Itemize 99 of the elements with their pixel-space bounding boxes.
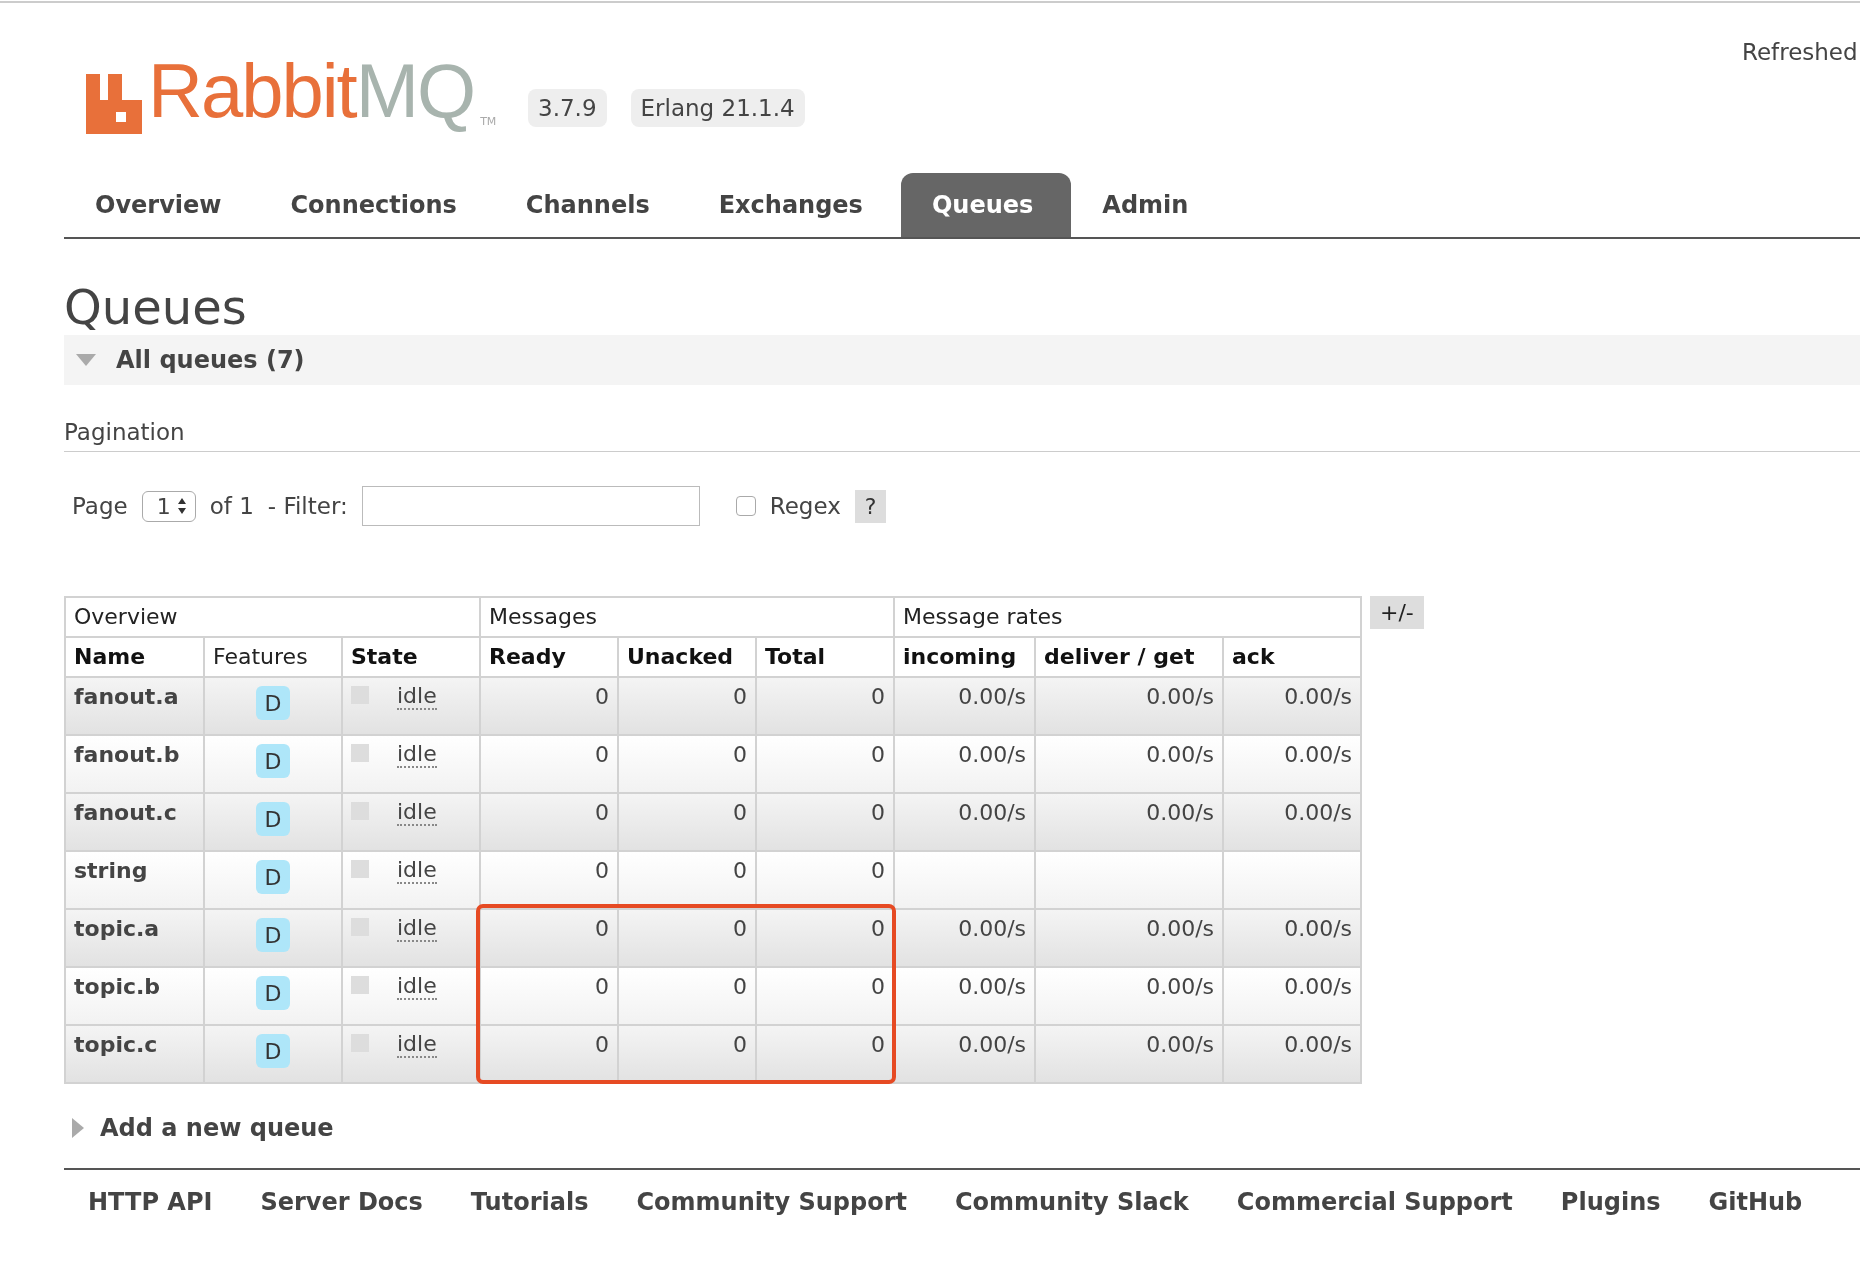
footer-link[interactable]: Commercial Support bbox=[1236, 1188, 1513, 1216]
logo-mark-icon bbox=[86, 74, 142, 135]
number-cell: 0 bbox=[756, 793, 894, 851]
number-cell: 0 bbox=[618, 967, 756, 1025]
number-cell: 0.00/s bbox=[1035, 677, 1223, 735]
footer-link[interactable]: Plugins bbox=[1560, 1188, 1661, 1216]
state-text: idle bbox=[397, 742, 437, 768]
number-cell: 0.00/s bbox=[1223, 967, 1361, 1025]
number-cell: 0.00/s bbox=[1223, 793, 1361, 851]
number-cell: 0.00/s bbox=[1223, 1025, 1361, 1083]
number-cell: 0.00/s bbox=[1035, 793, 1223, 851]
durable-tag: D bbox=[256, 918, 290, 952]
queue-name-cell[interactable]: fanout.b bbox=[65, 735, 204, 793]
queue-name-cell[interactable]: fanout.a bbox=[65, 677, 204, 735]
section-title[interactable]: All queues (7) bbox=[116, 346, 305, 374]
column-group-header: Overview bbox=[65, 597, 480, 637]
nav-tab[interactable]: Admin bbox=[1071, 173, 1227, 237]
nav-tab[interactable]: Overview bbox=[64, 173, 260, 237]
page-select[interactable]: 1 bbox=[141, 490, 196, 522]
state-text: idle bbox=[397, 858, 437, 884]
number-cell: 0 bbox=[756, 735, 894, 793]
number-cell: 0.00/s bbox=[894, 735, 1035, 793]
number-cell: 0 bbox=[618, 677, 756, 735]
number-cell: 0.00/s bbox=[1035, 909, 1223, 967]
state-square-icon bbox=[351, 860, 369, 878]
queue-name-cell[interactable]: fanout.c bbox=[65, 793, 204, 851]
pagination-heading: Pagination bbox=[64, 419, 1860, 452]
number-cell: 0 bbox=[480, 909, 618, 967]
state-square-icon bbox=[351, 976, 369, 994]
refreshed-text: Refreshed bbox=[1742, 39, 1858, 65]
column-group-header: Message rates bbox=[894, 597, 1361, 637]
footer-link[interactable]: Tutorials bbox=[470, 1188, 589, 1216]
footer-link[interactable]: HTTP API bbox=[88, 1188, 213, 1216]
number-cell: 0 bbox=[756, 1025, 894, 1083]
number-cell: 0 bbox=[480, 967, 618, 1025]
state-text: idle bbox=[397, 916, 437, 942]
nav-tab[interactable]: Exchanges bbox=[687, 173, 901, 237]
number-cell: 0.00/s bbox=[1223, 677, 1361, 735]
number-cell: 0 bbox=[480, 1025, 618, 1083]
filter-field[interactable] bbox=[361, 486, 700, 526]
state-square-icon bbox=[351, 744, 369, 762]
columns-toggle-button[interactable]: +/- bbox=[1370, 596, 1424, 629]
nav-tab[interactable]: Channels bbox=[494, 173, 688, 237]
durable-tag: D bbox=[256, 976, 290, 1010]
state-text: idle bbox=[397, 974, 437, 1000]
trademark-text: TM bbox=[480, 115, 497, 129]
help-button[interactable]: ? bbox=[854, 489, 887, 523]
page-count-text: of 1 bbox=[209, 493, 254, 519]
number-cell: 0 bbox=[618, 909, 756, 967]
column-group-header: Messages bbox=[480, 597, 894, 637]
erlang-version-label: Erlang 21.1.4 bbox=[630, 89, 805, 127]
collapse-triangle-icon[interactable] bbox=[76, 354, 96, 366]
page-title: Queues bbox=[64, 279, 248, 335]
number-cell: 0 bbox=[480, 793, 618, 851]
queue-name-cell[interactable]: topic.a bbox=[65, 909, 204, 967]
number-cell: 0.00/s bbox=[894, 909, 1035, 967]
number-cell: 0 bbox=[618, 735, 756, 793]
state-text: idle bbox=[397, 684, 437, 710]
number-cell: 0 bbox=[756, 967, 894, 1025]
spinner-icon bbox=[176, 497, 187, 515]
number-cell: 0 bbox=[756, 909, 894, 967]
number-cell: 0 bbox=[480, 735, 618, 793]
section-title[interactable]: Add a new queue bbox=[100, 1114, 334, 1142]
number-cell: 0.00/s bbox=[894, 967, 1035, 1025]
durable-tag: D bbox=[256, 744, 290, 778]
number-cell: 0 bbox=[480, 677, 618, 735]
regex-checkbox[interactable] bbox=[735, 496, 756, 516]
number-cell: 0.00/s bbox=[894, 677, 1035, 735]
state-text: idle bbox=[397, 800, 437, 826]
expand-triangle-icon[interactable] bbox=[72, 1118, 84, 1138]
queue-name-cell[interactable]: topic.c bbox=[65, 1025, 204, 1083]
page-label: Page bbox=[72, 493, 128, 519]
number-cell: 0 bbox=[756, 677, 894, 735]
durable-tag: D bbox=[256, 1034, 290, 1068]
state-text: idle bbox=[397, 1032, 437, 1058]
nav-tab[interactable]: Connections bbox=[259, 173, 495, 237]
footer-link[interactable]: Server Docs bbox=[260, 1188, 423, 1216]
number-cell: 0.00/s bbox=[894, 1025, 1035, 1083]
section-header[interactable]: All queues (7) bbox=[64, 335, 1860, 385]
nav-tab[interactable]: Queues bbox=[900, 173, 1072, 237]
number-cell: 0.00/s bbox=[1223, 735, 1361, 793]
regex-label: Regex bbox=[769, 493, 841, 519]
number-cell: 0.00/s bbox=[1035, 735, 1223, 793]
number-cell: 0 bbox=[618, 793, 756, 851]
durable-tag: D bbox=[256, 686, 290, 720]
number-cell: 0.00/s bbox=[1035, 967, 1223, 1025]
durable-tag: D bbox=[256, 860, 290, 894]
queue-name-cell[interactable]: topic.b bbox=[65, 967, 204, 1025]
footer-link[interactable]: Community Slack bbox=[954, 1188, 1189, 1216]
version-label: 3.7.9 bbox=[528, 89, 607, 127]
footer-link[interactable]: Community Support bbox=[636, 1188, 907, 1216]
number-cell: 0.00/s bbox=[1223, 909, 1361, 967]
filter-label: - Filter: bbox=[267, 493, 348, 519]
queue-name-cell[interactable]: string bbox=[65, 851, 204, 909]
number-cell: 0.00/s bbox=[1035, 1025, 1223, 1083]
footer-link[interactable]: GitHub bbox=[1708, 1188, 1803, 1216]
durable-tag: D bbox=[256, 802, 290, 836]
number-cell: 0 bbox=[618, 1025, 756, 1083]
number-cell: 0.00/s bbox=[894, 793, 1035, 851]
